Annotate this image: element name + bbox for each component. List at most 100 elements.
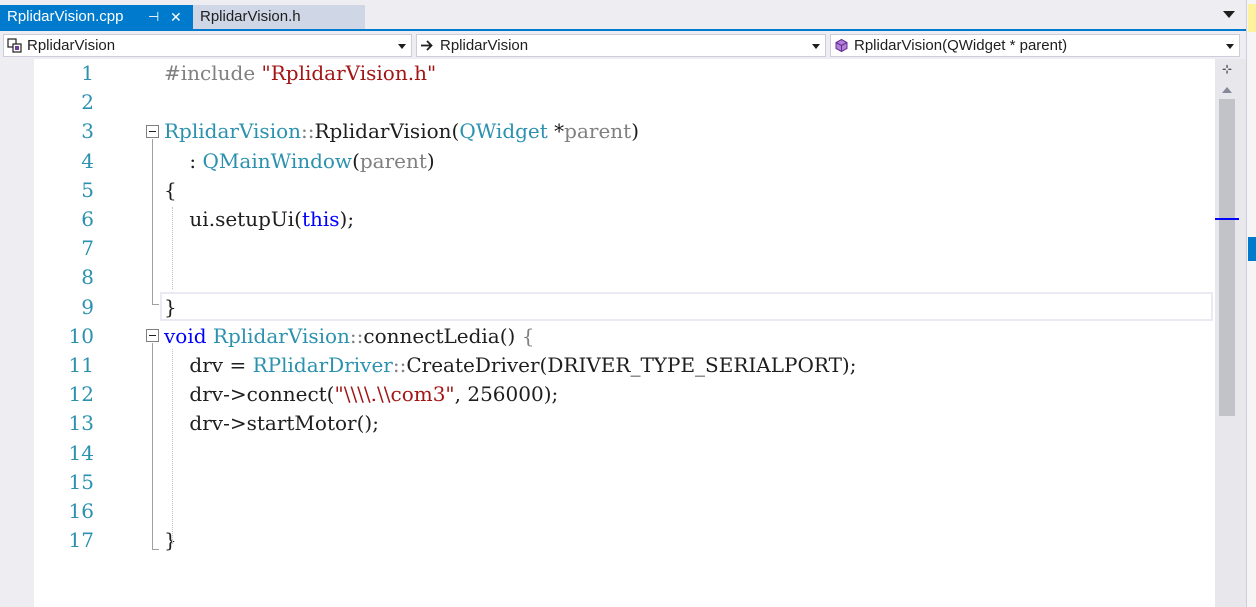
line-number: 16: [68, 499, 94, 523]
code-token: }: [164, 528, 177, 553]
line-number: 5: [81, 177, 94, 202]
code-token: ::: [349, 323, 364, 348]
split-window-button[interactable]: ⊹: [1215, 60, 1239, 78]
code-token: RPlidarDriver: [252, 353, 393, 377]
code-token: QMainWindow: [202, 148, 353, 173]
tab-rplidarvision-cpp[interactable]: RplidarVision.cpp ⊣ ✕: [0, 5, 193, 29]
code-line[interactable]: : QMainWindow(parent): [164, 147, 435, 176]
code-line[interactable]: }: [164, 293, 177, 322]
tab-label: RplidarVision.cpp: [7, 8, 124, 25]
project-scope-label: RplidarVision: [27, 37, 116, 54]
code-token: drv->startMotor();: [164, 411, 379, 436]
code-token: RplidarVision: [314, 119, 452, 144]
code-token: );: [339, 207, 355, 231]
line-number: 2: [81, 90, 94, 115]
code-token: #include: [164, 61, 262, 85]
line-number: 12: [68, 382, 94, 407]
line-number: 6: [81, 207, 94, 231]
code-token: drv->connect(: [164, 382, 335, 407]
split-icon: ⊹: [1221, 62, 1233, 76]
code-line[interactable]: {: [164, 176, 177, 205]
code-token: ::: [392, 353, 407, 377]
class-icon: [7, 38, 22, 53]
code-line[interactable]: drv->startMotor();: [164, 409, 379, 438]
navigation-bar: RplidarVision RplidarVision RplidarVisio…: [0, 31, 1246, 59]
code-token: *: [547, 119, 565, 144]
line-number: 17: [68, 528, 94, 553]
class-scope-dropdown[interactable]: RplidarVision: [416, 34, 826, 57]
method-cube-icon: [835, 38, 848, 53]
line-number: 1: [81, 61, 94, 85]
code-token: "\\\\.\\com3": [334, 382, 455, 407]
code-line[interactable]: void RplidarVision::connectLedia() {: [164, 322, 534, 351]
chevron-down-icon: [1226, 44, 1234, 49]
class-scope-label: RplidarVision: [440, 37, 529, 54]
code-token: parent: [564, 119, 632, 144]
line-number: 11: [68, 353, 94, 377]
collapse-region-icon[interactable]: [146, 329, 159, 342]
outline-end: [152, 549, 159, 550]
code-token: {: [164, 177, 177, 202]
code-token: connectLedia(): [363, 323, 522, 348]
code-token: void: [164, 323, 207, 348]
tab-label: RplidarVision.h: [200, 8, 301, 25]
code-token: RplidarVision: [164, 119, 302, 144]
member-scope-label: RplidarVision(QWidget * parent): [854, 37, 1068, 54]
current-line-highlight: [160, 292, 1213, 321]
code-token: :: [164, 148, 203, 173]
code-token: ui.setupUi(: [164, 207, 302, 231]
adjacent-panel-selection: [1248, 237, 1256, 261]
code-token: {: [521, 323, 535, 348]
code-token: RplidarVision: [212, 323, 350, 348]
code-token: ): [426, 148, 435, 173]
adjacent-panel-highlight: [1248, 4, 1256, 32]
indent-guide: [172, 207, 173, 289]
line-number: 4: [81, 148, 94, 173]
project-scope-dropdown[interactable]: RplidarVision: [3, 34, 412, 57]
member-scope-dropdown[interactable]: RplidarVision(QWidget * parent): [830, 34, 1240, 57]
code-line[interactable]: drv->connect("\\\\.\\com3", 256000);: [164, 380, 558, 409]
code-token: this: [301, 207, 340, 231]
code-line[interactable]: ui.setupUi(this);: [164, 205, 354, 234]
code-token: "RplidarVision.h": [261, 61, 437, 85]
line-number: 10: [68, 323, 94, 348]
editor-margin: [0, 59, 34, 607]
code-line[interactable]: drv = RPlidarDriver::CreateDriver(DRIVER…: [164, 351, 856, 380]
code-line[interactable]: }: [164, 526, 177, 555]
code-token: (: [352, 148, 360, 173]
code-token: , 256000);: [454, 382, 559, 407]
caret-position-marker: [1215, 218, 1239, 220]
chevron-down-icon: [398, 44, 406, 49]
code-line[interactable]: RplidarVision::RplidarVision(QWidget *pa…: [164, 117, 639, 146]
line-number: 3: [81, 119, 94, 144]
adjacent-panel-edge: [1246, 0, 1256, 607]
arrow-right-icon: [421, 40, 433, 51]
outline-line: [152, 343, 153, 550]
code-token: ::: [301, 119, 315, 144]
line-number: 9: [81, 294, 94, 319]
code-token: ): [631, 119, 640, 144]
code-token: parent: [359, 148, 427, 173]
outline-end: [152, 304, 159, 305]
collapse-region-icon[interactable]: [146, 125, 159, 138]
code-token: drv =: [164, 353, 253, 377]
code-token: QWidget: [459, 119, 548, 144]
close-icon[interactable]: ✕: [170, 5, 182, 29]
tab-rplidarvision-h[interactable]: RplidarVision.h: [193, 5, 365, 29]
outline-line: [152, 139, 153, 305]
line-number: 7: [81, 236, 94, 261]
code-token: CreateDriver(DRIVER_TYPE_SERIALPORT);: [406, 353, 857, 377]
chevron-down-icon: [812, 44, 820, 49]
code-token: }: [164, 294, 177, 319]
pin-icon[interactable]: ⊣: [148, 5, 159, 29]
document-tab-strip: RplidarVision.cpp ⊣ ✕ RplidarVision.h: [0, 0, 1246, 31]
scroll-up-arrow-icon[interactable]: [1222, 87, 1232, 93]
indent-guide: [172, 349, 173, 544]
tab-overflow-dropdown-icon[interactable]: [1223, 11, 1235, 18]
scrollbar-thumb[interactable]: [1219, 99, 1235, 416]
code-line[interactable]: #include "RplidarVision.h": [164, 59, 436, 88]
line-number: 14: [68, 440, 94, 465]
code-editor[interactable]: 1 2 3 4 5 6 7 8 9 10 11 12 13 14 15 16 17 #include "Rpli…: [0, 59, 1215, 607]
line-number: 8: [81, 265, 94, 290]
line-number: 13: [68, 411, 94, 436]
